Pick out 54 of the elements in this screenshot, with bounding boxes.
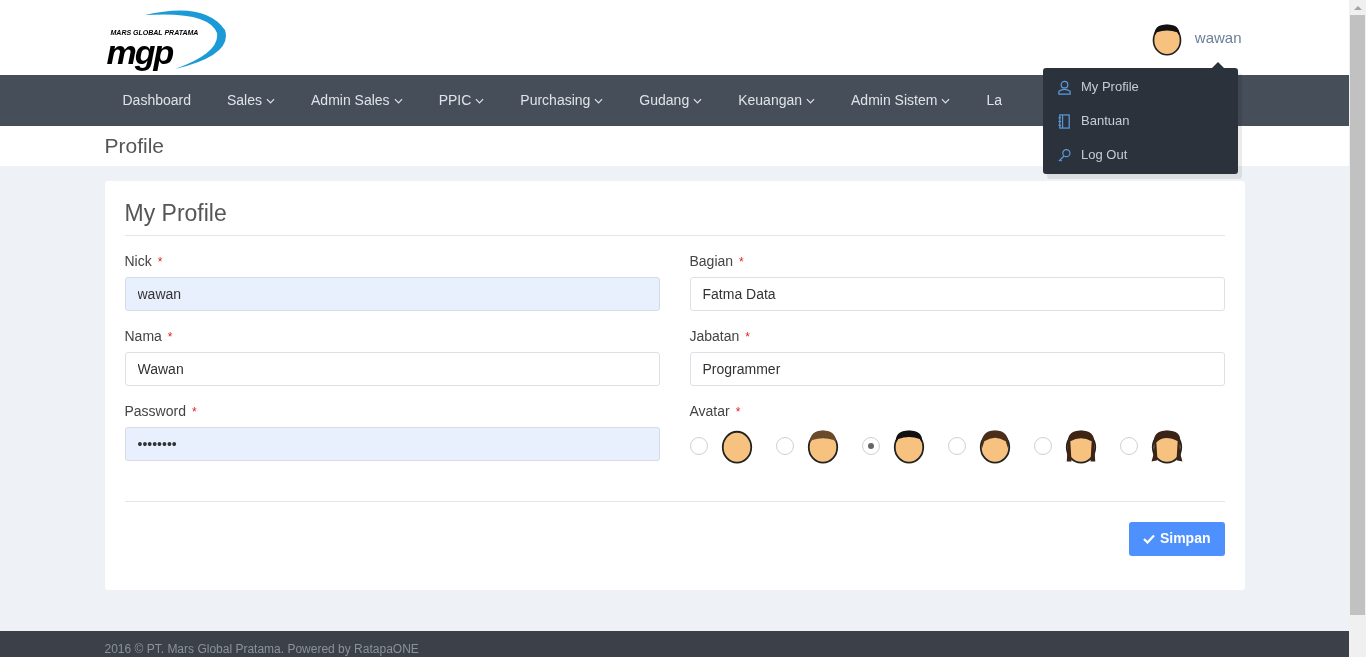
text-input-field[interactable]: •••••••• xyxy=(124,426,660,461)
chevron-down-icon xyxy=(806,97,816,104)
nav-menu-item[interactable]: Admin Sales xyxy=(293,90,421,111)
radio-button[interactable] xyxy=(775,436,794,455)
nav-menu-item[interactable]: Sales xyxy=(209,90,294,111)
chevron-down-icon xyxy=(393,97,403,104)
scrollbar[interactable] xyxy=(1349,0,1366,657)
required-asterisk: * xyxy=(157,253,163,271)
nav-menu-item[interactable]: PPIC xyxy=(420,90,503,111)
user-name-link[interactable]: wawan xyxy=(1194,27,1242,50)
radio-button[interactable] xyxy=(861,436,880,455)
field-label: Nama xyxy=(124,327,162,346)
field-label: Jabatan xyxy=(689,327,740,346)
radio-button[interactable] xyxy=(1119,436,1138,455)
nav-menu-item[interactable]: Purchasing xyxy=(502,90,622,111)
chevron-down-icon xyxy=(266,97,276,104)
field-label: Bagian xyxy=(689,252,734,271)
nav-menu-item[interactable]: La xyxy=(968,90,1020,111)
logo-wordmark: mgp xyxy=(106,34,173,69)
dropdown-menu-item[interactable]: My Profile xyxy=(1043,70,1238,104)
chevron-down-icon xyxy=(475,97,485,104)
key-icon xyxy=(1057,147,1072,163)
chevron-down-icon xyxy=(693,97,703,104)
notebook-icon xyxy=(1057,113,1072,129)
radio-button[interactable] xyxy=(1033,436,1052,455)
required-asterisk: * xyxy=(739,253,744,271)
required-asterisk: * xyxy=(745,328,750,346)
page-title: Profile xyxy=(104,133,165,160)
text-input-field[interactable]: Programmer xyxy=(689,351,1225,386)
field-label: Password xyxy=(124,402,186,421)
required-asterisk: * xyxy=(735,403,741,421)
nav-menu-item[interactable]: Gudang xyxy=(621,90,721,111)
nav-menu-item[interactable]: Keuangan xyxy=(720,90,834,111)
text-input-field[interactable]: Wawan xyxy=(124,351,660,386)
dropdown-menu-item[interactable]: Bantuan xyxy=(1043,104,1238,138)
required-asterisk: * xyxy=(167,328,173,346)
text-input-field[interactable]: wawan xyxy=(124,276,660,311)
required-asterisk: * xyxy=(191,403,197,421)
radio-button[interactable] xyxy=(689,436,708,455)
user-icon xyxy=(1057,79,1072,95)
field-label: Avatar xyxy=(689,402,730,421)
chevron-down-icon xyxy=(941,97,951,104)
field-label: Nick xyxy=(124,252,152,271)
text-input-field[interactable]: Fatma Data xyxy=(689,276,1225,311)
nav-menu-item[interactable]: Admin Sistem xyxy=(833,90,969,111)
footer-text: 2016 © PT. Mars Global Pratama. Powered by RatapaONE xyxy=(104,642,419,656)
nav-menu-item[interactable]: Dashboard xyxy=(104,90,209,111)
scroll-up-icon[interactable] xyxy=(1353,6,1362,10)
chevron-down-icon xyxy=(594,97,604,104)
check-icon xyxy=(1142,533,1155,544)
card-title: My Profile xyxy=(124,196,1225,236)
scrollbar-thumb[interactable] xyxy=(1350,15,1365,615)
dropdown-menu-item[interactable]: Log Out xyxy=(1043,138,1238,172)
radio-button[interactable] xyxy=(947,436,966,455)
